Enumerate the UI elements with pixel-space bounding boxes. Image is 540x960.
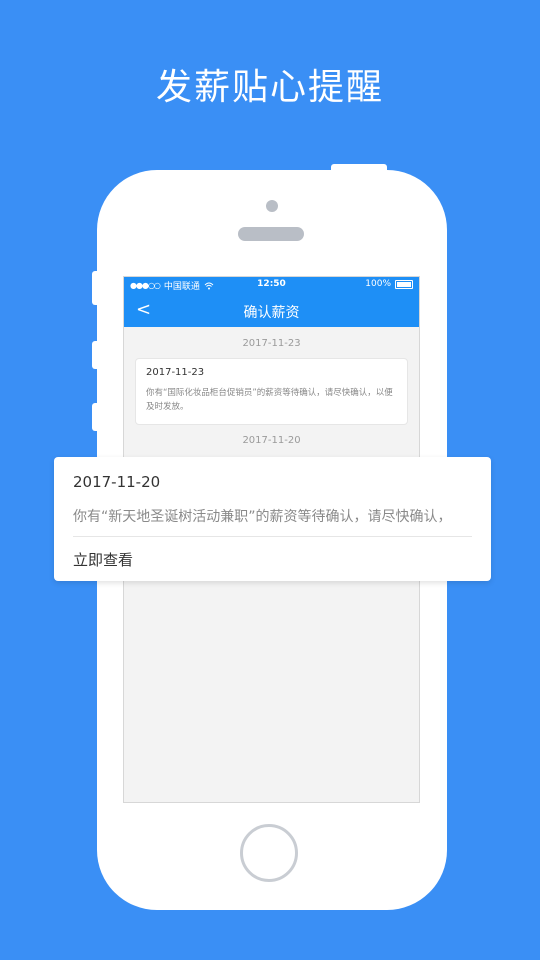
divider	[73, 536, 472, 537]
message-text: 你有“国际化妆品柜台促销员”的薪资等待确认，请尽快确认，以便及时发放。	[146, 388, 393, 412]
nav-bar: < 确认薪资	[124, 293, 419, 327]
popup-date: 2017-11-20	[73, 473, 161, 491]
salary-message-card[interactable]: 2017-11-23 你有“国际化妆品柜台促销员”的薪资等待确认，请尽快确认，以…	[135, 358, 408, 425]
salary-message-popup[interactable]: 2017-11-20 你有“新天地圣诞树活动兼职”的薪资等待确认，请尽快确认， …	[54, 457, 491, 581]
camera	[266, 200, 278, 212]
home-button[interactable]	[240, 824, 298, 882]
date-divider: 2017-11-23	[242, 338, 301, 349]
date-divider: 2017-11-20	[242, 435, 301, 446]
popup-text: 你有“新天地圣诞树活动兼职”的薪资等待确认，请尽快确认，	[73, 509, 452, 525]
headline: 发薪贴心提醒	[155, 67, 384, 108]
status-bar: ●●●○○ 中国联通 12:50 100%	[124, 277, 419, 293]
speaker	[238, 227, 304, 241]
view-now-button[interactable]: 立即查看	[73, 549, 133, 570]
battery-icon	[395, 279, 413, 289]
battery-percent: 100%	[365, 279, 391, 289]
page-title: 确认薪资	[243, 305, 300, 321]
message-date: 2017-11-23	[146, 367, 205, 378]
